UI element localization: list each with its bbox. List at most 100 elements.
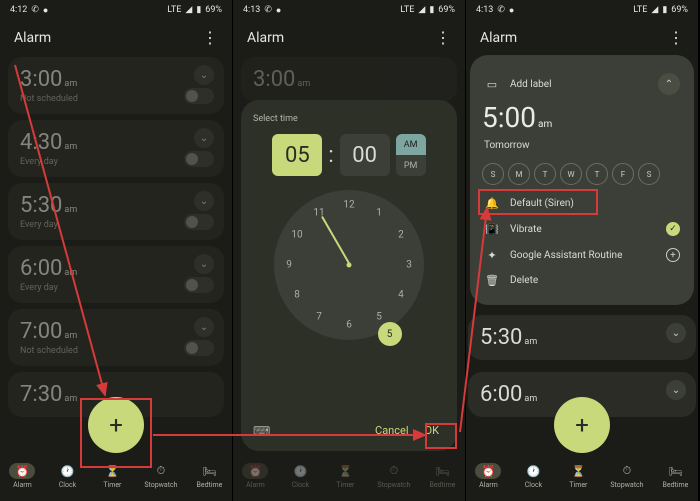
more-icon[interactable]: ⋮ — [435, 28, 451, 47]
alarm-item[interactable]: 6:00am Every day ⌄ — [8, 246, 224, 303]
day-button[interactable]: T — [534, 163, 556, 185]
expand-icon[interactable]: ⌄ — [194, 65, 214, 85]
clock-hour-9[interactable]: 9 — [286, 260, 292, 271]
alarm-toggle[interactable] — [184, 340, 214, 356]
clock-hour-2[interactable]: 2 — [398, 230, 404, 241]
day-button[interactable]: M — [508, 163, 530, 185]
clock-hour-3[interactable]: 3 — [406, 260, 412, 271]
nav-alarm[interactable]: ⏰Alarm — [9, 463, 35, 489]
minute-input[interactable]: 00 — [340, 134, 390, 176]
day-button[interactable]: W — [560, 163, 582, 185]
am-button[interactable]: AM — [396, 134, 426, 155]
ok-button[interactable]: OK — [419, 420, 445, 441]
status-bar: 4:12✆● LTE◢▮69% — [0, 0, 232, 20]
day-button[interactable]: S — [482, 163, 504, 185]
add-icon: + — [666, 248, 680, 262]
alarm-toggle[interactable] — [184, 277, 214, 293]
nav-timer[interactable]: ⏳Timer — [565, 463, 591, 489]
whatsapp-icon: ✆ — [31, 5, 39, 15]
keyboard-icon[interactable]: ⌨ — [253, 424, 270, 438]
clock-hour-5[interactable]: 5 — [376, 311, 382, 322]
nav-alarm[interactable]: ⏰Alarm — [242, 463, 268, 489]
check-icon: ✓ — [666, 222, 680, 236]
alarm-time-display[interactable]: 5:00am — [482, 101, 682, 134]
clock-hour-8[interactable]: 8 — [294, 290, 300, 301]
alarm-item[interactable]: 5:30am Every day ⌄ — [8, 183, 224, 240]
expand-icon[interactable]: ⌄ — [194, 191, 214, 211]
network-label: LTE — [167, 5, 181, 15]
alarm-toggle[interactable] — [184, 151, 214, 167]
ringtone-row[interactable]: 🔔 Default (Siren) — [482, 191, 682, 216]
hour-input[interactable]: 05 — [272, 134, 322, 176]
clock-hour-12[interactable]: 12 — [343, 200, 354, 211]
add-alarm-fab[interactable]: + — [554, 397, 610, 453]
page-title: Alarm — [247, 30, 284, 46]
expand-icon[interactable]: ⌄ — [666, 380, 686, 400]
notif-icon: ● — [43, 5, 48, 16]
assistant-icon: ✦ — [484, 249, 500, 262]
network-label: LTE — [400, 5, 414, 15]
alarm-item[interactable]: 4:30am Every day ⌄ — [8, 120, 224, 177]
nav-stopwatch[interactable]: ⏱Stopwatch — [144, 463, 177, 489]
nav-timer[interactable]: ⏳Timer — [99, 463, 125, 489]
nav-stopwatch[interactable]: ⏱Stopwatch — [377, 463, 410, 489]
clock-hour-6[interactable]: 6 — [346, 320, 352, 331]
alarm-item[interactable]: 7:00am Not scheduled ⌄ — [8, 309, 224, 366]
page-title: Alarm — [480, 30, 517, 46]
cancel-button[interactable]: Cancel — [369, 420, 414, 441]
signal-icon: ◢ — [185, 5, 192, 15]
alarm-toggle[interactable] — [184, 88, 214, 104]
routine-row[interactable]: ✦Google Assistant Routine + — [482, 242, 682, 268]
expand-icon[interactable]: ⌄ — [194, 128, 214, 148]
more-icon[interactable]: ⋮ — [202, 28, 218, 47]
clock-hour-1[interactable]: 1 — [376, 208, 382, 219]
whatsapp-icon: ✆ — [497, 5, 505, 15]
status-time: 4:12 — [10, 5, 27, 15]
vibrate-row[interactable]: 📳Vibrate ✓ — [482, 216, 682, 242]
alarm-item[interactable]: 5:30am ⌄ — [468, 315, 696, 360]
clock-hour-11[interactable]: 11 — [313, 208, 324, 219]
battery-pct: 69% — [438, 5, 455, 15]
stopwatch-icon: ⏱ — [148, 463, 174, 479]
nav-clock[interactable]: 🕐Clock — [287, 463, 313, 489]
battery-pct: 69% — [671, 5, 688, 15]
nav-bedtime[interactable]: 🛏Bedtime — [662, 463, 688, 489]
screen-time-picker: 4:13✆● LTE◢▮69% Alarm ⋮ 3:00am Select ti… — [233, 0, 466, 501]
alarm-item[interactable]: 3:00am Not scheduled ⌄ — [8, 57, 224, 114]
nav-timer[interactable]: ⏳Timer — [332, 463, 358, 489]
colon: : — [328, 143, 333, 168]
clock-hour-4[interactable]: 4 — [398, 290, 404, 301]
clock-face[interactable]: 5 121234567891011 — [274, 190, 424, 340]
nav-stopwatch[interactable]: ⏱Stopwatch — [610, 463, 643, 489]
day-button[interactable]: S — [638, 163, 660, 185]
nav-clock[interactable]: 🕐Clock — [54, 463, 80, 489]
status-time: 4:13 — [243, 5, 260, 15]
day-button[interactable]: F — [612, 163, 634, 185]
nav-bedtime[interactable]: 🛏Bedtime — [429, 463, 455, 489]
nav-clock[interactable]: 🕐Clock — [520, 463, 546, 489]
clock-hour-10[interactable]: 10 — [291, 230, 302, 241]
screen-alarm-expanded: 4:13✆● LTE◢▮69% Alarm ⋮ ▭ Add label ⌃ 5:… — [466, 0, 699, 501]
nav-bedtime[interactable]: 🛏Bedtime — [196, 463, 222, 489]
pm-button[interactable]: PM — [396, 155, 426, 176]
nav-alarm[interactable]: ⏰Alarm — [475, 463, 501, 489]
more-icon[interactable]: ⋮ — [668, 28, 684, 47]
clock-selected-hour: 5 — [378, 322, 402, 346]
clock-hour-7[interactable]: 7 — [316, 311, 322, 322]
clock-icon: 🕐 — [54, 463, 80, 479]
add-label-button[interactable]: Add label — [510, 79, 552, 90]
delete-row[interactable]: 🗑 Delete — [482, 268, 682, 293]
notif-icon: ● — [509, 5, 514, 16]
collapse-icon[interactable]: ⌃ — [658, 73, 680, 95]
alarm-toggle[interactable] — [184, 214, 214, 230]
day-button[interactable]: T — [586, 163, 608, 185]
day-selector: S M T W T F S — [482, 163, 682, 185]
add-alarm-fab[interactable]: + — [88, 397, 144, 453]
status-bar: 4:13✆● LTE◢▮69% — [466, 0, 698, 20]
expand-icon[interactable]: ⌄ — [666, 323, 686, 343]
label-icon: ▭ — [484, 78, 500, 91]
expand-icon[interactable]: ⌄ — [194, 254, 214, 274]
expand-icon[interactable]: ⌄ — [194, 317, 214, 337]
trash-icon: 🗑 — [484, 274, 500, 287]
battery-pct: 69% — [205, 5, 222, 15]
